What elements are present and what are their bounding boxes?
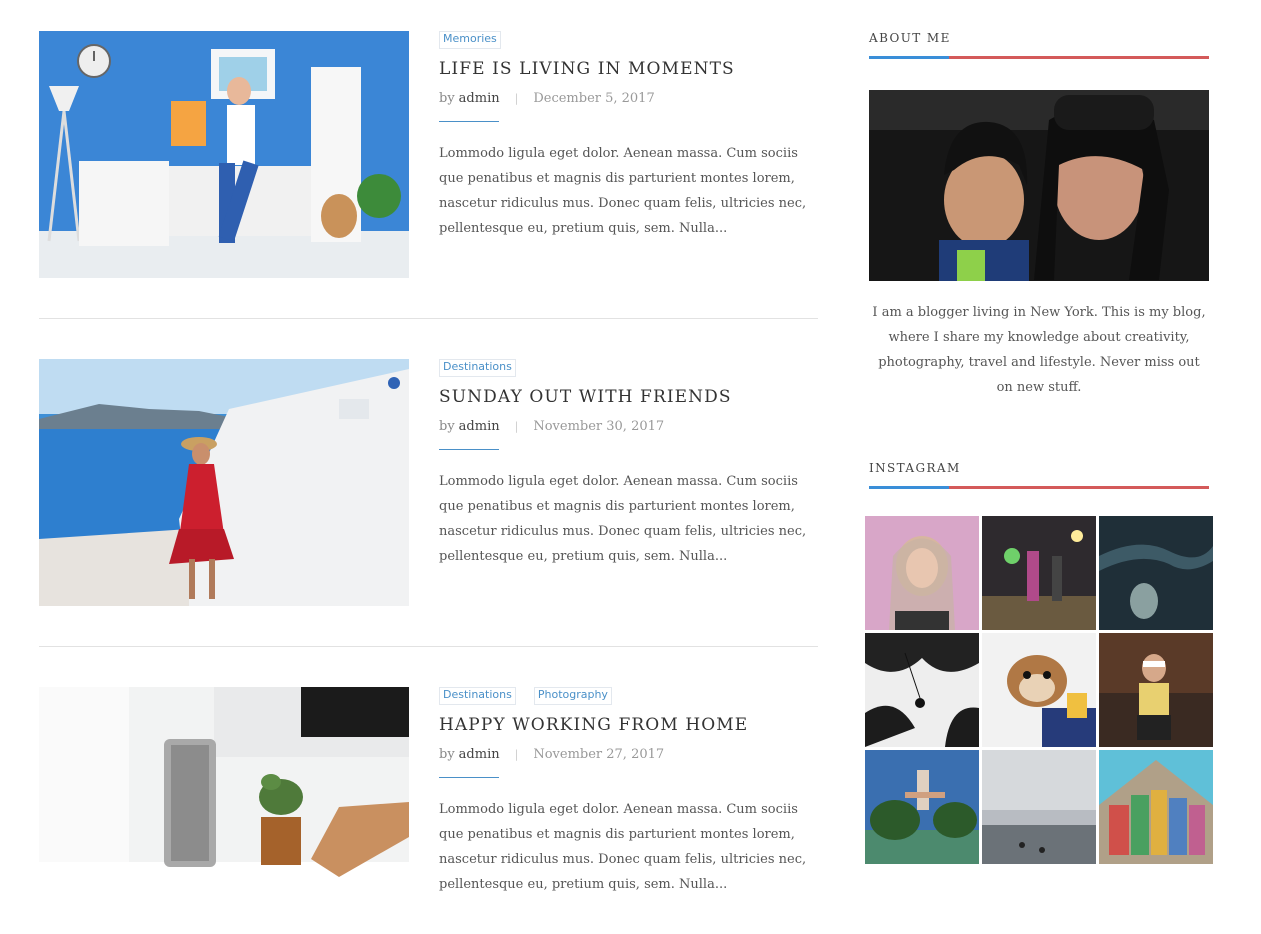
post-item: Memories LIFE IS LIVING IN MOMENTS by ad…	[39, 31, 818, 278]
category-tag[interactable]: Destinations	[439, 687, 516, 705]
meta-separator: |	[514, 748, 519, 761]
post-thumbnail[interactable]	[39, 31, 409, 278]
instagram-photo[interactable]	[982, 750, 1096, 864]
instagram-photo[interactable]	[865, 516, 979, 630]
by-label: by	[439, 747, 455, 762]
post-categories: Destinations Photography	[439, 687, 818, 705]
instagram-widget-title: INSTAGRAM	[869, 461, 961, 475]
post-date[interactable]: November 27, 2017	[533, 747, 664, 762]
post-title[interactable]: SUNDAY OUT WITH FRIENDS	[439, 387, 818, 407]
category-tag[interactable]: Photography	[533, 687, 612, 705]
by-label: by	[439, 91, 455, 106]
post-divider	[39, 318, 818, 319]
post-categories: Memories	[439, 31, 818, 49]
post-excerpt: Lommodo ligula eget dolor. Aenean massa.…	[439, 146, 807, 236]
post-content: Destinations Photography HAPPY WORKING F…	[439, 687, 818, 897]
post-item: Destinations SUNDAY OUT WITH FRIENDS by …	[39, 359, 818, 606]
post-content: Memories LIFE IS LIVING IN MOMENTS by ad…	[439, 31, 818, 241]
instagram-grid	[865, 516, 1213, 864]
category-tag[interactable]: Destinations	[439, 359, 516, 377]
title-underline	[439, 449, 499, 450]
about-widget-underline	[869, 56, 1209, 59]
title-underline	[439, 121, 499, 122]
post-meta: by admin | December 5, 2017	[439, 91, 818, 106]
about-text: I am a blogger living in New York. This …	[872, 305, 1206, 395]
author-link[interactable]: admin	[459, 419, 500, 434]
about-photo	[869, 90, 1209, 281]
by-label: by	[439, 419, 455, 434]
category-tag[interactable]: Memories	[439, 31, 501, 49]
post-content: Destinations SUNDAY OUT WITH FRIENDS by …	[439, 359, 818, 569]
instagram-photo[interactable]	[1099, 633, 1213, 747]
instagram-photo[interactable]	[865, 633, 979, 747]
post-title[interactable]: HAPPY WORKING FROM HOME	[439, 715, 818, 735]
instagram-photo[interactable]	[982, 516, 1096, 630]
author-link[interactable]: admin	[459, 747, 500, 762]
post-item: Destinations Photography HAPPY WORKING F…	[39, 687, 818, 934]
post-thumbnail[interactable]	[39, 359, 409, 606]
instagram-photo[interactable]	[1099, 750, 1213, 864]
instagram-photo[interactable]	[865, 750, 979, 864]
author-link[interactable]: admin	[459, 91, 500, 106]
post-excerpt: Lommodo ligula eget dolor. Aenean massa.…	[439, 802, 807, 892]
meta-separator: |	[514, 420, 519, 433]
instagram-photo[interactable]	[1099, 516, 1213, 630]
post-categories: Destinations	[439, 359, 818, 377]
post-image-dancing-woman	[39, 31, 409, 278]
post-thumbnail[interactable]	[39, 687, 409, 934]
post-date[interactable]: November 30, 2017	[533, 419, 664, 434]
about-widget-title: ABOUT ME	[869, 31, 951, 45]
post-image-desk-speaker	[39, 687, 409, 934]
instagram-photo[interactable]	[982, 633, 1096, 747]
meta-separator: |	[514, 92, 519, 105]
post-meta: by admin | November 30, 2017	[439, 419, 818, 434]
post-image-santorini-woman	[39, 359, 409, 606]
post-excerpt: Lommodo ligula eget dolor. Aenean massa.…	[439, 474, 807, 564]
post-date[interactable]: December 5, 2017	[533, 91, 654, 106]
instagram-widget-underline	[869, 486, 1209, 489]
post-title[interactable]: LIFE IS LIVING IN MOMENTS	[439, 59, 818, 79]
title-underline	[439, 777, 499, 778]
post-divider	[39, 646, 818, 647]
post-meta: by admin | November 27, 2017	[439, 747, 818, 762]
